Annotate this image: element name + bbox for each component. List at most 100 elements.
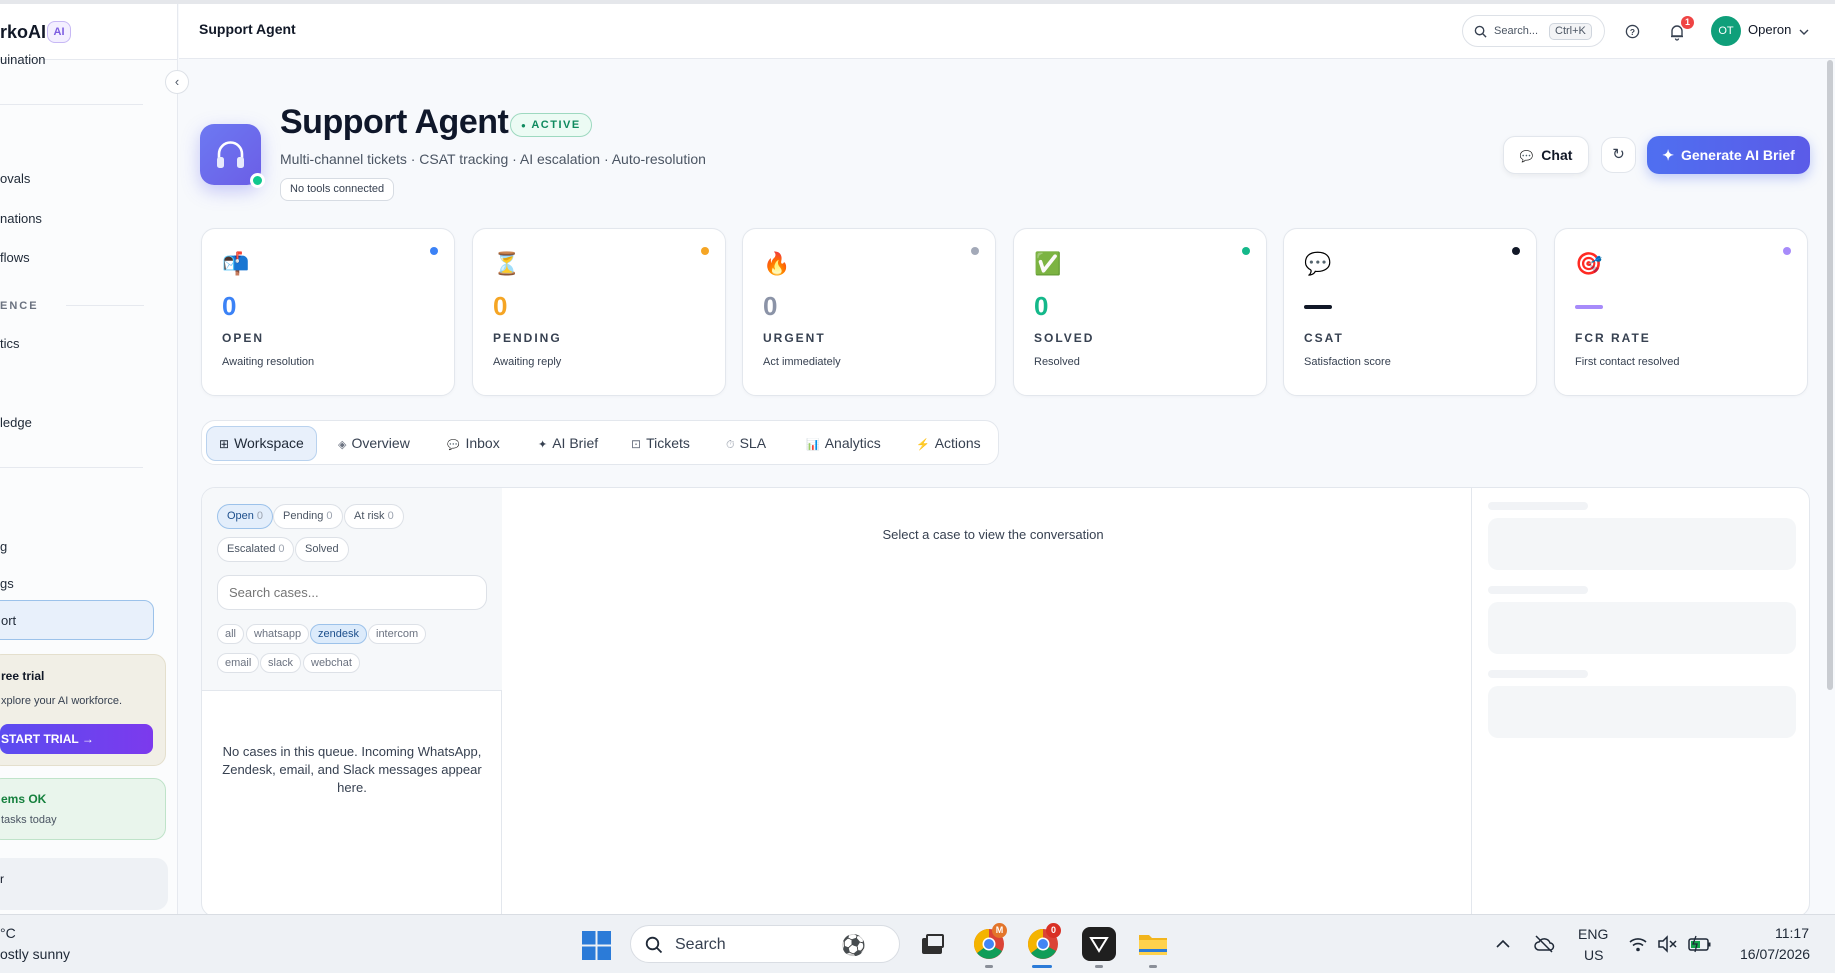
clock-date[interactable]: 16/07/2026 — [1740, 946, 1810, 962]
trial-text: xplore your AI workforce. — [1, 695, 123, 707]
chat-button[interactable]: 💬 Chat — [1503, 136, 1589, 174]
sidebar-item-workflows[interactable]: flows — [0, 250, 30, 265]
bar-chart-icon: 📊 — [806, 439, 820, 451]
queue-at-risk[interactable]: At risk 0 — [344, 504, 404, 529]
wifi-icon[interactable] — [1628, 935, 1648, 953]
channel-whatsapp[interactable]: whatsapp — [246, 624, 310, 644]
region[interactable]: US — [1584, 947, 1603, 963]
lightning-icon: ⚡ — [916, 439, 930, 451]
task-view-icon[interactable] — [915, 927, 949, 961]
channel-all[interactable]: all — [217, 624, 245, 644]
stat-card-urgent[interactable]: 🔥 0 URGENT Act immediately — [742, 228, 996, 396]
brand-name[interactable]: rkoAI — [0, 22, 46, 43]
chevron-down-icon[interactable] — [1799, 28, 1809, 36]
chat-button-label: Chat — [1541, 147, 1573, 163]
cloud-off-icon[interactable] — [1533, 933, 1555, 955]
tab-label: Tickets — [646, 435, 690, 451]
page-scrollbar[interactable] — [1825, 60, 1835, 914]
start-trial-button[interactable]: START TRIAL → — [0, 724, 153, 754]
user-card-label: r — [0, 872, 4, 886]
global-search[interactable]: Search... Ctrl+K — [1462, 15, 1605, 47]
tab-analytics[interactable]: 📊 Analytics — [794, 426, 893, 461]
queue-escalated[interactable]: Escalated 0 — [217, 537, 295, 562]
queue-open[interactable]: Open 0 — [217, 504, 274, 529]
taskbar-search[interactable]: Search ⚽ — [630, 925, 900, 963]
user-avatar[interactable]: OT — [1711, 16, 1741, 46]
case-queue: Open 0 Pending 0 At risk 0 Escalated 0 Solve… — [202, 488, 502, 916]
sidebar-item-approvals[interactable]: ovals — [0, 171, 30, 186]
sidebar-item-hidden[interactable] — [0, 129, 6, 143]
help-icon[interactable]: ? — [1625, 24, 1640, 39]
stat-card-open[interactable]: 📬 0 OPEN Awaiting resolution — [201, 228, 455, 396]
chat-bubble-icon: 💬 — [1519, 151, 1534, 163]
tools-status[interactable]: No tools connected — [280, 178, 395, 201]
conversation-placeholder: Select a case to view the conversation — [882, 527, 1104, 542]
search-cases-input[interactable] — [217, 575, 487, 610]
tab-tickets[interactable]: ⊡ Tickets — [619, 426, 702, 461]
sidebar-item-automations[interactable]: nations — [0, 211, 42, 226]
status-text: tasks today — [1, 814, 57, 826]
chrome-profile-icon[interactable]: M — [972, 923, 1007, 961]
sidebar-item-support-active[interactable]: ort — [0, 600, 154, 640]
soccer-ball-icon: ⚽ — [841, 935, 866, 957]
sidebar-item-billing[interactable]: g — [0, 539, 7, 554]
stat-card-fcr-rate[interactable]: 🎯 FCR RATE First contact resolved — [1554, 228, 1808, 396]
stat-card-csat[interactable]: 💬 CSAT Satisfaction score — [1283, 228, 1537, 396]
tab-workspace[interactable]: ⊞ Workspace — [206, 426, 317, 461]
sidebar-item-settings[interactable]: gs — [0, 576, 14, 591]
channel-webchat[interactable]: webchat — [303, 653, 360, 673]
top-header: Support Agent Search... Ctrl+K ? 1 OT Op… — [179, 4, 1835, 59]
tab-actions[interactable]: ⚡ Actions — [904, 426, 993, 461]
app-icon[interactable] — [1082, 927, 1116, 961]
channel-slack[interactable]: slack — [260, 653, 302, 673]
clock-time[interactable]: 11:17 — [1775, 925, 1809, 941]
tab-label: Actions — [934, 435, 981, 451]
stat-card-solved[interactable]: ✅ 0 SOLVED Resolved — [1013, 228, 1267, 396]
tab-label: Overview — [351, 435, 410, 451]
speaker-muted-icon[interactable] — [1657, 935, 1677, 953]
tab-inbox[interactable]: 💬 Inbox — [435, 426, 512, 461]
chevron-up-icon[interactable] — [1496, 939, 1510, 949]
status-dot — [1512, 247, 1520, 255]
weather-temp[interactable]: °C — [0, 925, 16, 941]
channel-zendesk[interactable]: zendesk — [310, 624, 367, 644]
battery-charging-icon[interactable] — [1687, 935, 1713, 953]
sidebar-item-analytics[interactable]: tics — [0, 336, 20, 351]
status-dot — [971, 247, 979, 255]
stat-card-pending[interactable]: ⏳ 0 PENDING Awaiting reply — [472, 228, 726, 396]
collapse-sidebar-button[interactable]: ‹ — [165, 70, 189, 94]
chrome-icon[interactable]: 0 — [1026, 923, 1061, 961]
stat-subtitle: First contact resolved — [1575, 356, 1680, 368]
sidebar-item-coordination[interactable]: uination — [0, 52, 46, 67]
user-card[interactable]: r — [0, 858, 168, 910]
tab-label: SLA — [739, 435, 767, 451]
stat-value: 0 — [493, 291, 508, 321]
tab-overview[interactable]: ◈ Overview — [326, 426, 422, 461]
generate-ai-brief-button[interactable]: ✦ Generate AI Brief — [1647, 136, 1810, 174]
stat-label: SOLVED — [1034, 331, 1095, 345]
tab-label: AI Brief — [552, 435, 599, 451]
queue-solved[interactable]: Solved — [295, 537, 349, 562]
tab-sla[interactable]: ⏱ SLA — [714, 426, 778, 461]
hourglass-icon: ⏳ — [493, 251, 521, 276]
mailbox-icon: 📬 — [222, 251, 250, 276]
skeleton-block — [1488, 686, 1796, 738]
tab-ai-brief[interactable]: ✦ AI Brief — [526, 426, 610, 461]
channel-email[interactable]: email — [217, 653, 260, 673]
weather-text[interactable]: ostly sunny — [0, 946, 70, 962]
windows-start-icon[interactable] — [582, 931, 611, 960]
language[interactable]: ENG — [1578, 926, 1608, 942]
user-name[interactable]: Operon — [1748, 22, 1791, 37]
channel-intercom[interactable]: intercom — [368, 624, 427, 644]
sidebar-item-knowledge[interactable]: ledge — [0, 415, 32, 430]
file-explorer-icon[interactable] — [1136, 927, 1170, 961]
scrollbar-thumb[interactable] — [1827, 60, 1833, 690]
agent-title: Support Agent — [280, 103, 509, 141]
stat-value: 0 — [763, 291, 778, 321]
active-indicator — [1032, 965, 1052, 968]
refresh-button[interactable]: ↻ — [1601, 137, 1636, 173]
stat-empty-value — [1575, 305, 1603, 309]
empty-queue-message: No cases in this queue. Incoming WhatsAp… — [222, 744, 482, 795]
running-indicator — [1149, 965, 1157, 968]
queue-pending[interactable]: Pending 0 — [273, 504, 343, 529]
